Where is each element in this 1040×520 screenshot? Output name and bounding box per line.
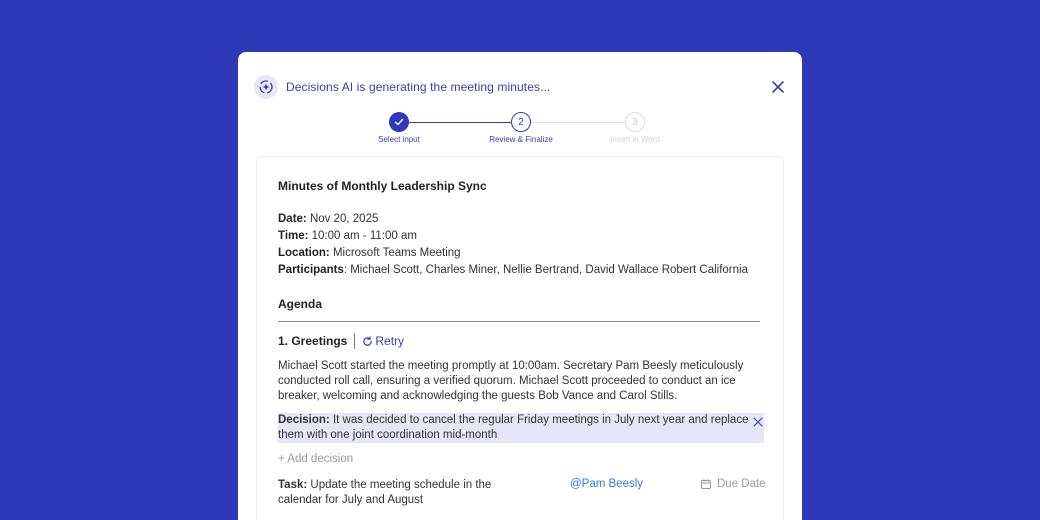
step-2-label: Review & Finalize (489, 135, 553, 144)
stepper-line-complete (409, 122, 511, 123)
retry-button[interactable]: Retry (362, 334, 404, 348)
calendar-icon (701, 479, 711, 489)
meeting-location: Location: Microsoft Teams Meeting (278, 247, 461, 259)
generating-status-text: Decisions AI is generating the meeting m… (286, 80, 551, 94)
step-1-label: Select input (378, 135, 420, 144)
task-assignee[interactable]: @Pam Beesly (570, 478, 643, 490)
decision-entry[interactable]: Decision: It was decided to cancel the r… (278, 413, 764, 443)
dialog-header: Decisions AI is generating the meeting m… (254, 75, 550, 99)
agenda-heading: Agenda (278, 297, 323, 311)
minutes-dialog: Decisions AI is generating the meeting m… (238, 52, 802, 520)
task-entry[interactable]: Task: Update the meeting schedule in the… (278, 478, 508, 508)
step-2-indicator[interactable]: 2 (511, 112, 531, 132)
step-1-check-icon[interactable] (389, 112, 409, 132)
task-text: Update the meeting schedule in the calen… (278, 479, 492, 506)
ai-sparkle-icon (254, 75, 278, 99)
step-3-indicator: 3 (625, 112, 645, 132)
stepper-line-pending (531, 122, 625, 123)
add-decision-button[interactable]: + Add decision (278, 453, 353, 465)
meeting-participants: Participants: Michael Scott, Charles Min… (278, 264, 748, 276)
agenda-item-summary: Michael Scott started the meeting prompt… (278, 360, 744, 402)
minutes-title: Minutes of Monthly Leadership Sync (278, 179, 487, 193)
decision-label: Decision: (278, 414, 330, 426)
task-label: Task: (278, 479, 308, 491)
retry-label: Retry (375, 334, 405, 348)
due-date-label: Due Date (717, 478, 766, 490)
progress-stepper: Select input 2 Review & Finalize 3 Inser… (238, 112, 802, 152)
separator (354, 333, 356, 349)
refresh-icon (363, 335, 373, 346)
agenda-divider (278, 321, 760, 322)
meeting-time: Time: 10:00 am - 11:00 am (278, 230, 417, 242)
step-3-label: Insert in Word (610, 135, 660, 144)
minutes-document: Minutes of Monthly Leadership Sync Date:… (256, 156, 784, 520)
decision-text: It was decided to cancel the regular Fri… (278, 414, 749, 441)
agenda-item-title: 1. Greetings (278, 334, 348, 348)
agenda-item-header: 1. Greetings Retry (278, 333, 404, 349)
due-date-picker[interactable]: Due Date (700, 478, 766, 490)
remove-decision-icon[interactable] (752, 416, 764, 428)
close-icon[interactable] (771, 80, 785, 94)
meeting-date: Date: Nov 20, 2025 (278, 213, 379, 225)
